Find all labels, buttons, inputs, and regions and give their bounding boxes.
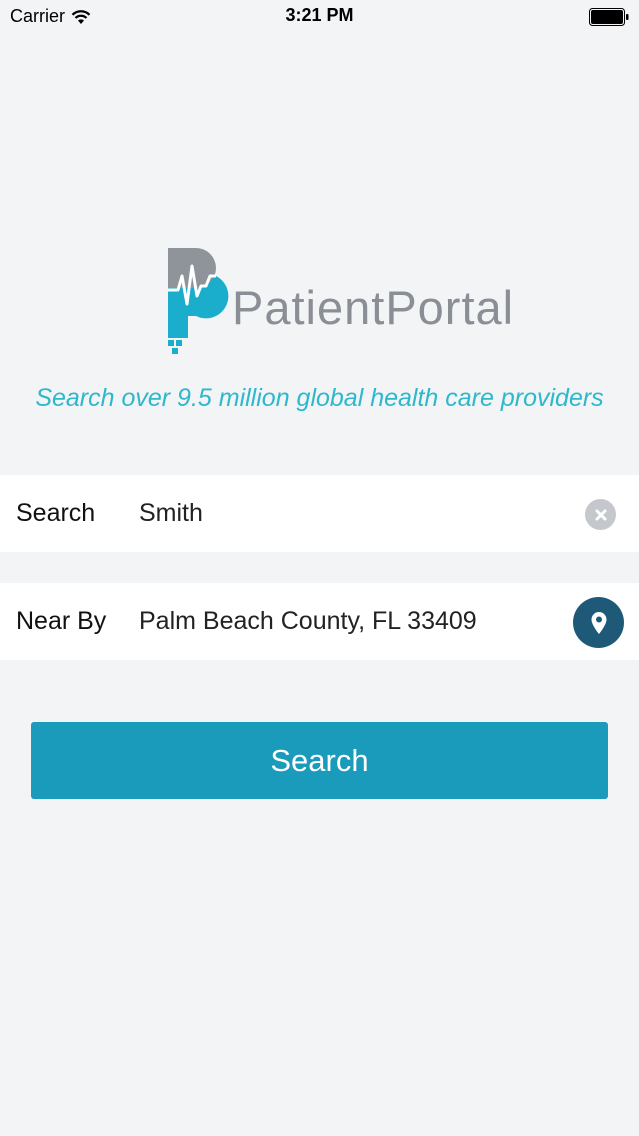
near-by-input[interactable] bbox=[138, 601, 559, 641]
status-time: 3:21 PM bbox=[285, 5, 354, 25]
clear-icon bbox=[595, 509, 606, 520]
clear-search-button[interactable] bbox=[585, 499, 616, 530]
patient-portal-logo: PatientPortal bbox=[166, 246, 513, 356]
search-field-row: Search bbox=[0, 475, 639, 552]
location-pin-icon bbox=[591, 611, 606, 634]
near-by-field-label: Near By bbox=[16, 607, 107, 635]
battery-icon bbox=[589, 8, 629, 31]
search-button[interactable]: Search bbox=[31, 722, 608, 799]
logo-mark-icon bbox=[168, 248, 229, 354]
search-input[interactable] bbox=[138, 493, 559, 533]
current-location-button[interactable] bbox=[573, 597, 624, 648]
tagline: Search over 9.5 million global health ca… bbox=[35, 384, 604, 412]
logo-brand-text: PatientPortal bbox=[232, 281, 515, 334]
search-field-label: Search bbox=[16, 499, 96, 527]
status-bar: Carrier 3:21 PM bbox=[0, 0, 639, 34]
near-by-field-row: Near By bbox=[0, 583, 639, 660]
